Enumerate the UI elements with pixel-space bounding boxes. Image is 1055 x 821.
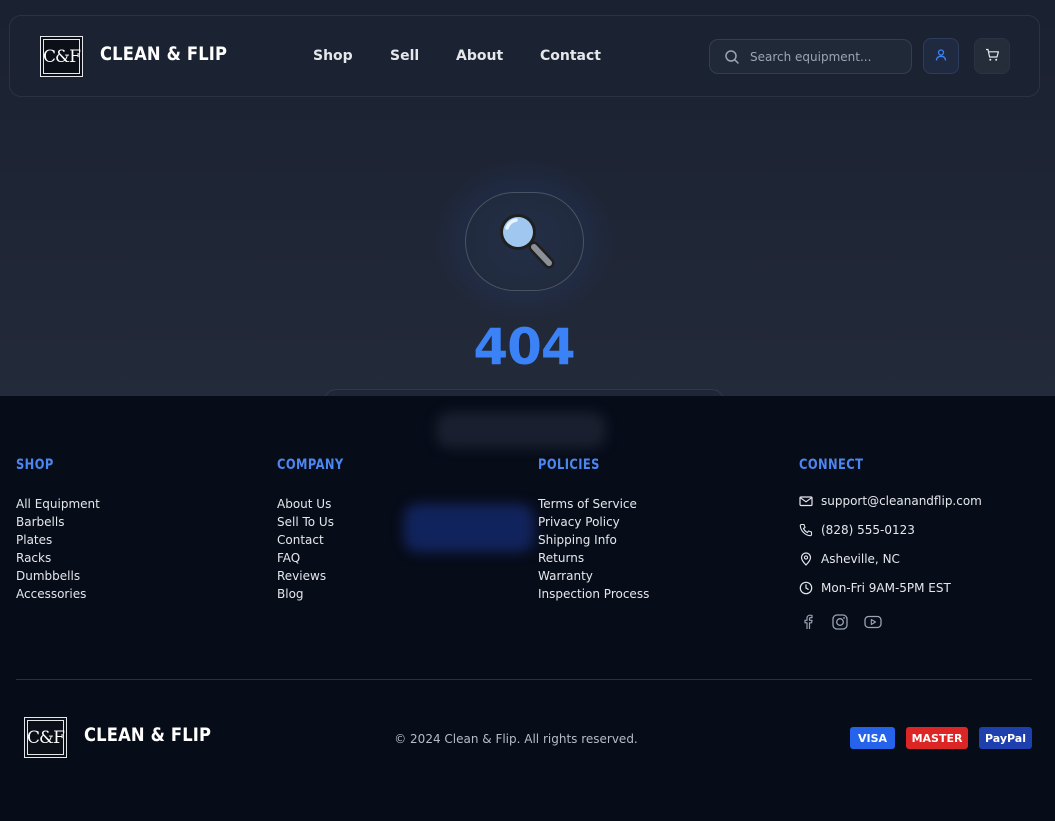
footer-company-column: COMPANY About Us Sell To Us Contact FAQ … [277, 457, 358, 603]
phone-text: (828) 555-0123 [821, 522, 915, 537]
footer-link[interactable]: Plates [16, 531, 100, 549]
hours-text: Mon-Fri 9AM-5PM EST [821, 580, 951, 595]
search-input[interactable] [750, 48, 900, 66]
footer-link[interactable]: FAQ [277, 549, 358, 567]
blurred-overlay-button [404, 504, 534, 552]
footer-link[interactable]: All Equipment [16, 495, 100, 513]
logo-mark: C&F [43, 39, 81, 74]
footer-link[interactable]: Shipping Info [538, 531, 649, 549]
paypal-badge: PayPal [979, 727, 1032, 749]
nav-about[interactable]: About [456, 48, 503, 64]
logo[interactable]: C&F [40, 36, 83, 77]
footer-link[interactable]: Terms of Service [538, 495, 649, 513]
footer-divider [16, 679, 1032, 680]
footer-link[interactable]: Blog [277, 585, 358, 603]
social-links [799, 613, 982, 635]
footer-heading-policies: POLICIES [538, 457, 600, 473]
footer-link[interactable]: Dumbbells [16, 567, 100, 585]
copyright-text: © 2024 Clean & Flip. All rights reserved… [394, 732, 638, 746]
search-icon [724, 49, 740, 69]
footer-policies-column: POLICIES Terms of Service Privacy Policy… [538, 457, 649, 603]
footer-link[interactable]: Returns [538, 549, 649, 567]
footer-logo[interactable]: C&F [24, 717, 67, 758]
email-text: support@cleanandflip.com [821, 493, 982, 508]
site-header: C&F CLEAN & FLIP Shop Sell About Contact [9, 15, 1040, 97]
nav-contact[interactable]: Contact [540, 48, 601, 64]
brand-name[interactable]: CLEAN & FLIP [100, 43, 227, 65]
contact-location: Asheville, NC [799, 544, 982, 573]
account-button[interactable] [923, 38, 959, 74]
contact-phone[interactable]: (828) 555-0123 [799, 515, 982, 544]
footer-link[interactable]: Barbells [16, 513, 100, 531]
footer-link[interactable]: Warranty [538, 567, 649, 585]
footer-link[interactable]: Reviews [277, 567, 358, 585]
instagram-icon[interactable] [831, 613, 849, 635]
footer-link[interactable]: About Us [277, 495, 358, 513]
mail-icon [799, 495, 813, 506]
footer-link[interactable]: Privacy Policy [538, 513, 649, 531]
error-icon-container [465, 192, 584, 291]
footer-link[interactable]: Inspection Process [538, 585, 649, 603]
footer-heading-shop: SHOP [16, 457, 54, 473]
search-box[interactable] [709, 39, 912, 74]
phone-icon [799, 523, 813, 536]
facebook-icon[interactable] [799, 613, 817, 635]
nav-shop[interactable]: Shop [313, 48, 353, 64]
clock-icon [799, 581, 813, 594]
footer-logo-mark: C&F [27, 720, 65, 755]
visa-badge: VISA [850, 727, 895, 749]
footer-heading-connect: CONNECT [799, 457, 864, 473]
footer-link[interactable]: Contact [277, 531, 358, 549]
error-code: 404 [473, 318, 575, 376]
map-pin-icon [800, 551, 812, 566]
footer-shop-column: SHOP All Equipment Barbells Plates Racks… [16, 457, 100, 603]
nav-sell[interactable]: Sell [390, 48, 419, 64]
magnifying-glass-icon [494, 211, 556, 273]
mastercard-badge: MASTER [906, 727, 968, 749]
user-icon [934, 47, 948, 66]
youtube-icon[interactable] [863, 613, 883, 635]
footer-link[interactable]: Sell To Us [277, 513, 358, 531]
footer-brand-name: CLEAN & FLIP [84, 724, 212, 746]
footer-connect-column: CONNECT support@cleanandflip.com (828) 5… [799, 457, 982, 635]
cart-button[interactable] [974, 38, 1010, 74]
contact-email[interactable]: support@cleanandflip.com [799, 486, 982, 515]
cart-icon [985, 47, 1000, 66]
blurred-overlay-text [436, 412, 606, 448]
contact-hours: Mon-Fri 9AM-5PM EST [799, 573, 982, 602]
site-footer: SHOP All Equipment Barbells Plates Racks… [0, 396, 1055, 821]
location-text: Asheville, NC [821, 551, 900, 566]
footer-link[interactable]: Racks [16, 549, 100, 567]
footer-link[interactable]: Accessories [16, 585, 100, 603]
footer-heading-company: COMPANY [277, 457, 344, 473]
